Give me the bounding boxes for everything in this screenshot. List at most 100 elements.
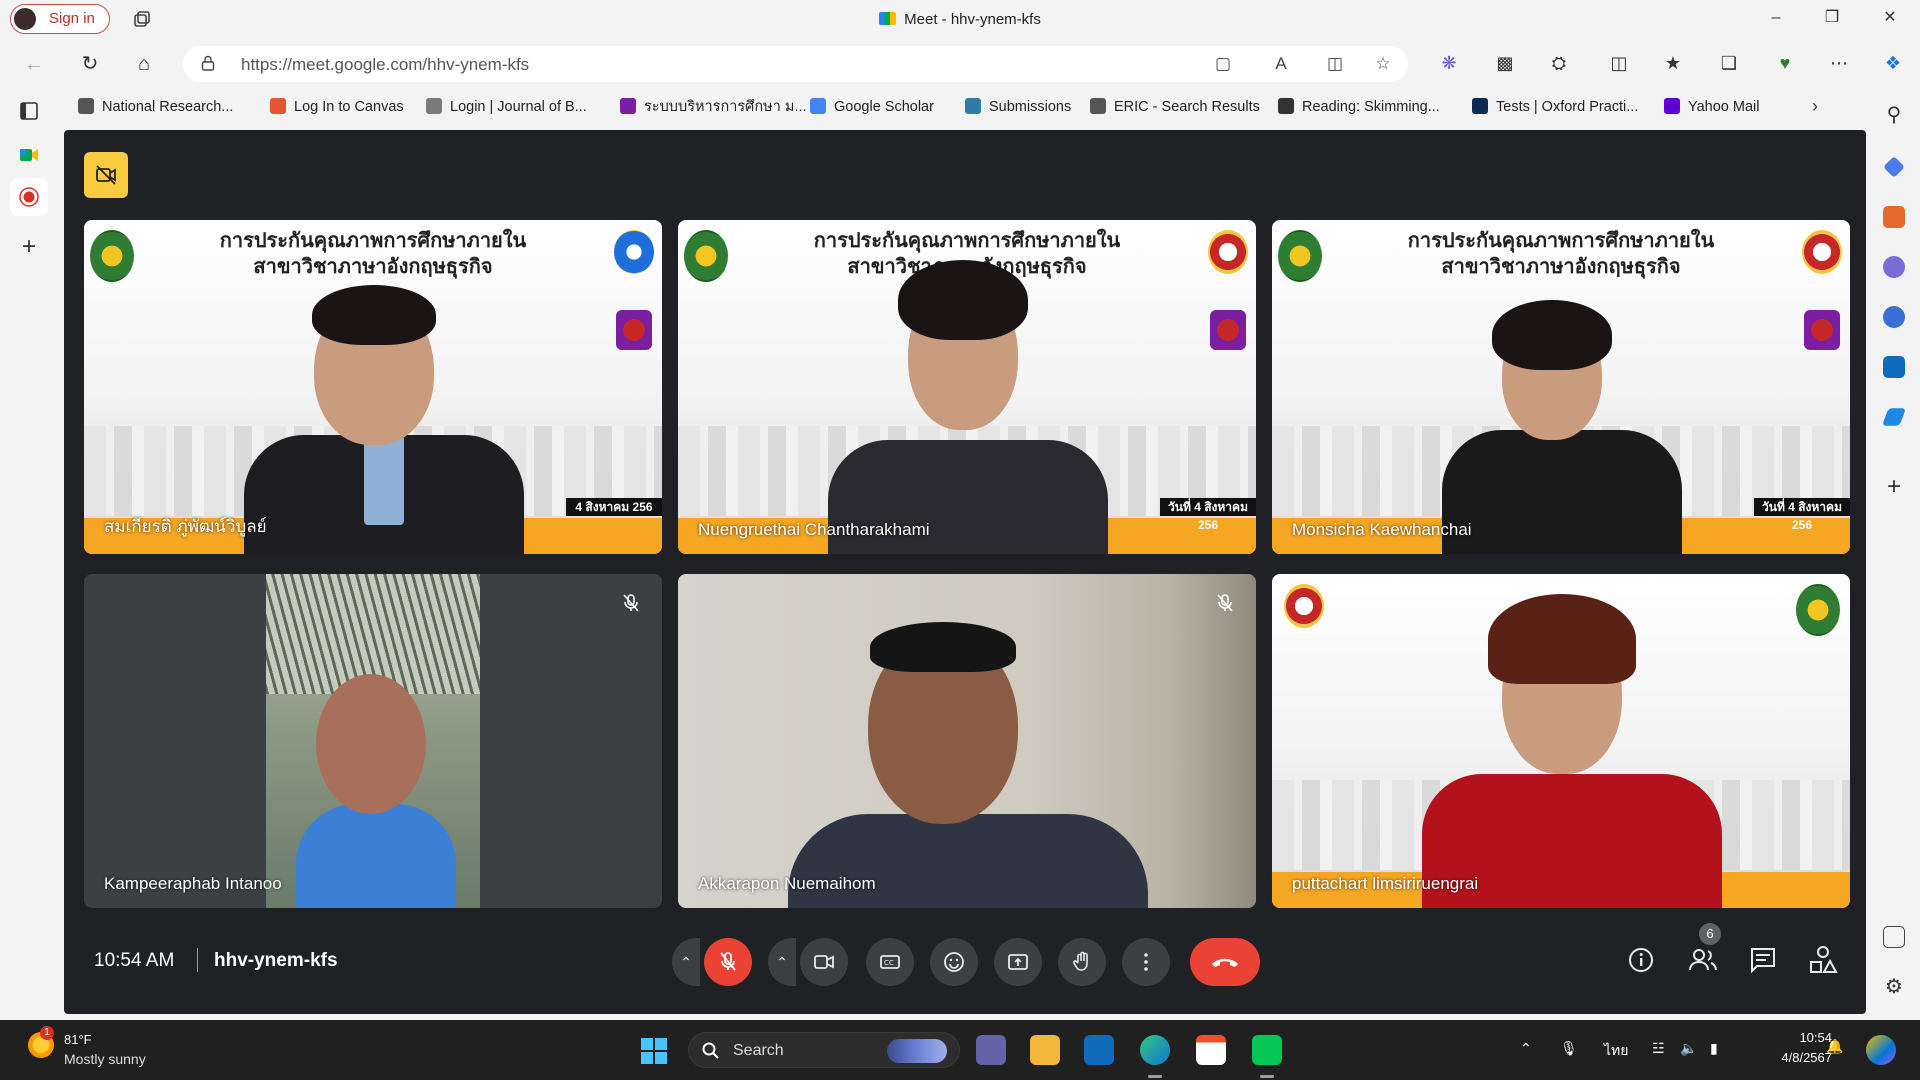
leave-call-button[interactable] bbox=[1190, 938, 1260, 986]
favorite-item[interactable]: Google Scholar bbox=[810, 96, 934, 118]
more-options-button[interactable] bbox=[1122, 938, 1170, 986]
microphone-icon[interactable]: 🎙 bbox=[1560, 1040, 1578, 1057]
send-icon[interactable] bbox=[1881, 408, 1907, 426]
microsoft-365-icon[interactable] bbox=[1883, 306, 1905, 328]
participant-tile[interactable]: Kampeeraphab Intanoo bbox=[84, 574, 662, 908]
volume-icon[interactable]: 🔈 bbox=[1680, 1040, 1697, 1057]
chevron-right-icon[interactable]: › bbox=[1812, 96, 1818, 117]
favorite-item[interactable]: Reading: Skimming... bbox=[1278, 96, 1440, 118]
favorite-item[interactable]: Log In to Canvas bbox=[270, 96, 404, 118]
participant-tile[interactable]: puttachart limsiriruengrai bbox=[1272, 574, 1850, 908]
app-available-icon[interactable]: ◫ bbox=[1325, 54, 1345, 74]
windows-start-icon[interactable] bbox=[640, 1037, 668, 1065]
favicon-icon bbox=[426, 98, 442, 114]
settings-gear-icon[interactable]: ⚙ bbox=[1883, 976, 1905, 998]
extension-sparkle-icon[interactable]: ❋ bbox=[1438, 52, 1460, 74]
address-bar[interactable]: https://meet.google.com/hhv-ynem-kfs ▢ A… bbox=[183, 46, 1408, 82]
split-screen-icon[interactable]: ◫ bbox=[1608, 52, 1630, 74]
participant-tile[interactable]: Akkarapon Nuemaihom bbox=[678, 574, 1256, 908]
participant-name: puttachart limsiriruengrai bbox=[1292, 874, 1479, 893]
home-icon[interactable]: ⌂ bbox=[132, 52, 156, 76]
present-screen-button[interactable] bbox=[994, 938, 1042, 986]
favorite-item[interactable]: Yahoo Mail bbox=[1664, 96, 1759, 118]
recording-indicator[interactable] bbox=[84, 152, 128, 198]
refresh-icon[interactable]: ↻ bbox=[78, 52, 102, 76]
teams-icon[interactable] bbox=[976, 1035, 1006, 1065]
weather-condition[interactable]: Mostly sunny bbox=[64, 1051, 146, 1067]
search-icon bbox=[702, 1042, 719, 1059]
favorite-label: Google Scholar bbox=[834, 99, 934, 115]
video-options-chevron-up-icon[interactable]: ⌃ bbox=[768, 938, 796, 986]
meet-tab-icon[interactable] bbox=[18, 144, 40, 166]
line-icon[interactable] bbox=[1252, 1035, 1282, 1065]
copilot-taskbar-icon[interactable] bbox=[1866, 1035, 1896, 1065]
participant-tile[interactable]: การประกันคุณภาพการศึกษาภายในสาขาวิชาภาษา… bbox=[678, 220, 1256, 554]
raise-hand-button[interactable] bbox=[1058, 938, 1106, 986]
program-logo-icon bbox=[1804, 310, 1840, 350]
participant-name: Kampeeraphab Intanoo bbox=[104, 874, 282, 893]
extensions-puzzle-icon[interactable]: ⛭ bbox=[1548, 52, 1570, 74]
favorite-item[interactable]: Login | Journal of B... bbox=[426, 96, 587, 118]
people-icon[interactable] bbox=[1686, 943, 1720, 977]
extension-icon[interactable]: ▩ bbox=[1494, 52, 1516, 74]
screenshot-icon[interactable] bbox=[1883, 926, 1905, 948]
favorite-item[interactable]: Tests | Oxford Practi... bbox=[1472, 96, 1638, 118]
hand-icon bbox=[1073, 951, 1088, 971]
tools-icon[interactable] bbox=[1883, 206, 1905, 228]
captions-button[interactable]: CC bbox=[866, 938, 914, 986]
favorites-icon[interactable]: ★ bbox=[1662, 52, 1684, 74]
meeting-info-icon[interactable] bbox=[1624, 943, 1658, 977]
emoji-icon bbox=[944, 952, 964, 972]
favorite-star-icon[interactable]: ☆ bbox=[1373, 54, 1393, 74]
taskbar: 1 81°F Mostly sunny Search ⌃ 🎙 ไทย ☳ 🔈 ▮… bbox=[0, 1020, 1920, 1080]
microphone-toggle-button[interactable] bbox=[704, 938, 752, 986]
chat-icon[interactable] bbox=[1746, 943, 1780, 977]
present-icon bbox=[1008, 954, 1028, 970]
audio-options-chevron-up-icon[interactable]: ⌃ bbox=[672, 938, 700, 986]
shopping-tag-icon[interactable] bbox=[1883, 156, 1905, 178]
games-icon[interactable] bbox=[1883, 256, 1905, 278]
wifi-icon[interactable]: ☳ bbox=[1652, 1040, 1665, 1057]
copilot-icon[interactable]: ❖ bbox=[1882, 52, 1904, 74]
add-sidebar-app-icon[interactable]: + bbox=[1883, 475, 1905, 499]
activities-icon[interactable] bbox=[1806, 943, 1840, 977]
participant-name: Akkarapon Nuemaihom bbox=[698, 874, 876, 893]
microsoft-store-icon[interactable] bbox=[1196, 1035, 1226, 1065]
minimize-button[interactable]: – bbox=[1766, 8, 1786, 28]
close-button[interactable]: ✕ bbox=[1880, 8, 1900, 28]
browser-essentials-icon[interactable]: ♥ bbox=[1774, 52, 1796, 74]
reactions-button[interactable] bbox=[930, 938, 978, 986]
back-icon[interactable]: ← bbox=[22, 52, 46, 76]
restore-button[interactable]: ❐ bbox=[1822, 8, 1842, 28]
vertical-tabs-icon[interactable] bbox=[18, 100, 40, 122]
favorite-item[interactable]: Submissions bbox=[965, 96, 1071, 118]
favorite-item[interactable]: National Research... bbox=[78, 96, 233, 118]
battery-icon[interactable]: ▮ bbox=[1710, 1040, 1718, 1057]
file-explorer-icon[interactable] bbox=[1030, 1035, 1060, 1065]
participant-tile[interactable]: การประกันคุณภาพการศึกษาภายในสาขาวิชาภาษา… bbox=[1272, 220, 1850, 554]
favicon-icon bbox=[78, 98, 94, 114]
mail-icon[interactable] bbox=[1084, 1035, 1114, 1065]
clock-time[interactable]: 10:54 bbox=[1776, 1030, 1832, 1045]
camera-icon[interactable]: ▢ bbox=[1213, 54, 1233, 74]
collections-icon[interactable]: ❏ bbox=[1718, 52, 1740, 74]
show-hidden-icons-chevron-up-icon[interactable]: ⌃ bbox=[1520, 1040, 1532, 1057]
taskbar-search-input[interactable]: Search bbox=[688, 1032, 960, 1068]
search-icon[interactable]: ⚲ bbox=[1883, 104, 1905, 126]
favorite-item[interactable]: ระบบบริหารการศึกษา ม... bbox=[620, 96, 807, 118]
favorite-item[interactable]: ERIC - Search Results bbox=[1090, 96, 1260, 118]
more-menu-icon[interactable]: ⋯ bbox=[1828, 52, 1850, 74]
clock-date[interactable]: 4/8/2567 bbox=[1756, 1050, 1832, 1065]
participant-tile[interactable]: การประกันคุณภาพการศึกษาภายในสาขาวิชาภาษา… bbox=[84, 220, 662, 554]
outlook-icon[interactable] bbox=[1883, 356, 1905, 378]
notifications-bell-icon[interactable]: 🔔 bbox=[1826, 1038, 1843, 1055]
weather-temperature[interactable]: 81°F bbox=[64, 1032, 92, 1047]
read-aloud-icon[interactable]: A bbox=[1271, 54, 1291, 74]
camera-toggle-button[interactable] bbox=[800, 938, 848, 986]
input-language[interactable]: ไทย bbox=[1604, 1040, 1628, 1062]
university-logo-icon bbox=[1284, 584, 1324, 628]
new-tab-icon[interactable]: + bbox=[18, 235, 40, 259]
favorite-label: ERIC - Search Results bbox=[1114, 99, 1260, 115]
search-highlight-image bbox=[887, 1039, 947, 1063]
edge-icon[interactable] bbox=[1140, 1035, 1170, 1065]
